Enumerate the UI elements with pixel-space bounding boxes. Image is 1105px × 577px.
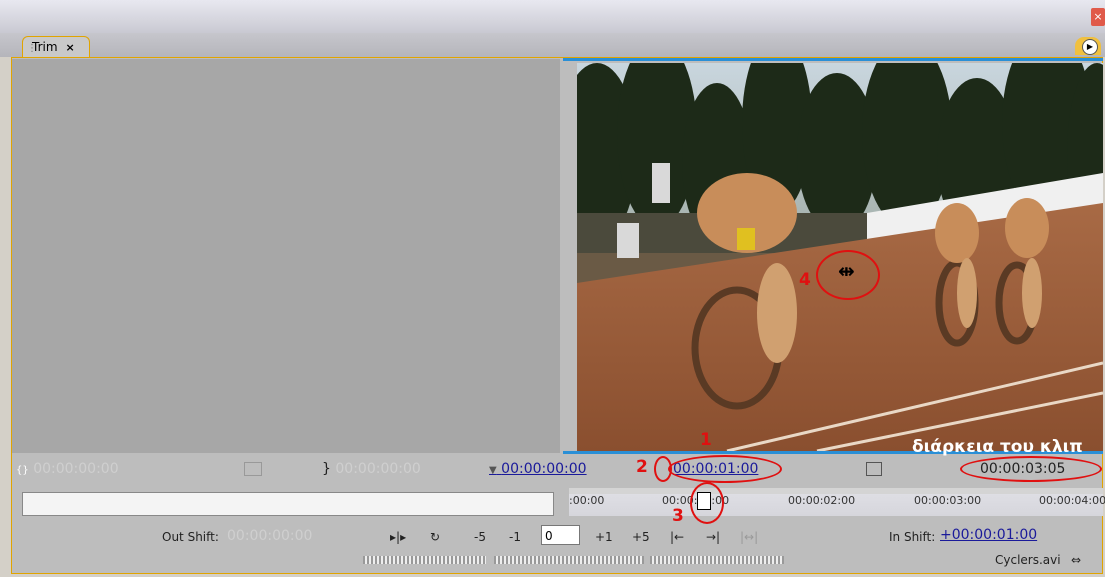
marker-icon: ▼ bbox=[489, 465, 497, 476]
ruler-tick: 00:00:03:00 bbox=[914, 494, 982, 507]
center-value: 00:00:00:00 bbox=[501, 461, 587, 477]
tab-close-button[interactable]: × bbox=[66, 41, 75, 54]
out-bracket-icon: } bbox=[322, 461, 331, 477]
annotation-circle-2 bbox=[654, 456, 672, 482]
left-out-value: 00:00:00:00 bbox=[335, 461, 421, 477]
jog-bar-right[interactable] bbox=[650, 556, 784, 564]
safe-margin-icon-left[interactable] bbox=[244, 462, 262, 476]
ruler-tick: 00:00:02:00 bbox=[788, 494, 856, 507]
minus1-button[interactable]: -1 bbox=[509, 530, 521, 544]
minus5-button[interactable]: -5 bbox=[474, 530, 486, 544]
annotation-label-4: 4 bbox=[799, 270, 811, 290]
in-shift-value[interactable]: +00:00:01:00 bbox=[940, 527, 1037, 543]
title-bar: × bbox=[0, 0, 1105, 33]
out-shift-label: Out Shift: bbox=[162, 530, 219, 544]
plus5-button[interactable]: +5 bbox=[632, 530, 650, 544]
trim-cursor-icon: ⇹ bbox=[838, 259, 855, 283]
left-in-timecode[interactable]: {} 00:00:00:00 bbox=[16, 461, 119, 477]
ruler-tick: 00:00:04:00 bbox=[1039, 494, 1105, 507]
play-edit-icon[interactable]: ▸|▸ bbox=[390, 530, 406, 544]
annotation-circle-duration bbox=[960, 456, 1102, 482]
jog-bar-left[interactable] bbox=[363, 556, 486, 564]
clip-menu-icon[interactable]: ⇔ bbox=[1071, 553, 1081, 567]
video-caption: διάρκεια του κλιπ bbox=[912, 437, 1083, 457]
play-menu-icon: ▶ bbox=[1082, 39, 1098, 55]
goto-next-edit-icon[interactable]: →| bbox=[706, 530, 720, 544]
in-shift-label: In Shift: bbox=[889, 530, 936, 544]
tab-trim[interactable]: ⋮Trim × bbox=[22, 36, 90, 58]
out-shift-value: 00:00:00:00 bbox=[227, 528, 313, 544]
tab-label: Trim bbox=[32, 40, 58, 54]
left-timeline-bar[interactable] bbox=[22, 492, 554, 516]
time-ruler[interactable]: :00:00 00:00:01:00 00:00:02:00 00:00:03:… bbox=[569, 488, 1105, 516]
panel-menu-button[interactable]: ▶ bbox=[1075, 37, 1101, 55]
annotation-label-2: 2 bbox=[636, 457, 648, 477]
in-icon: {} bbox=[16, 465, 29, 476]
disabled-edit-icon: |↔| bbox=[740, 530, 759, 544]
tab-row bbox=[0, 33, 1105, 57]
center-timecode[interactable]: ▼ 00:00:00:00 bbox=[489, 461, 587, 477]
playhead-handle[interactable] bbox=[697, 492, 711, 510]
left-in-value: 00:00:00:00 bbox=[33, 461, 119, 477]
ruler-tick: :00:00 bbox=[569, 494, 605, 507]
trim-amount-field[interactable]: 0 bbox=[541, 525, 580, 545]
left-out-timecode[interactable]: } 00:00:00:00 bbox=[322, 461, 421, 477]
window-close-button[interactable]: × bbox=[1091, 8, 1105, 26]
top-blue-line bbox=[563, 58, 1103, 61]
annotation-label-3: 3 bbox=[672, 506, 684, 526]
safe-margin-icon-right[interactable] bbox=[866, 462, 882, 476]
goto-prev-edit-icon[interactable]: |← bbox=[670, 530, 684, 544]
annotation-label-1: 1 bbox=[700, 430, 712, 450]
plus1-button[interactable]: +1 bbox=[595, 530, 613, 544]
left-monitor-view bbox=[12, 59, 560, 453]
loop-icon[interactable]: ↻ bbox=[430, 530, 440, 544]
jog-bar-center[interactable] bbox=[494, 556, 644, 564]
clip-name: Cyclers.avi bbox=[995, 553, 1061, 567]
annotation-circle-1 bbox=[668, 455, 782, 483]
